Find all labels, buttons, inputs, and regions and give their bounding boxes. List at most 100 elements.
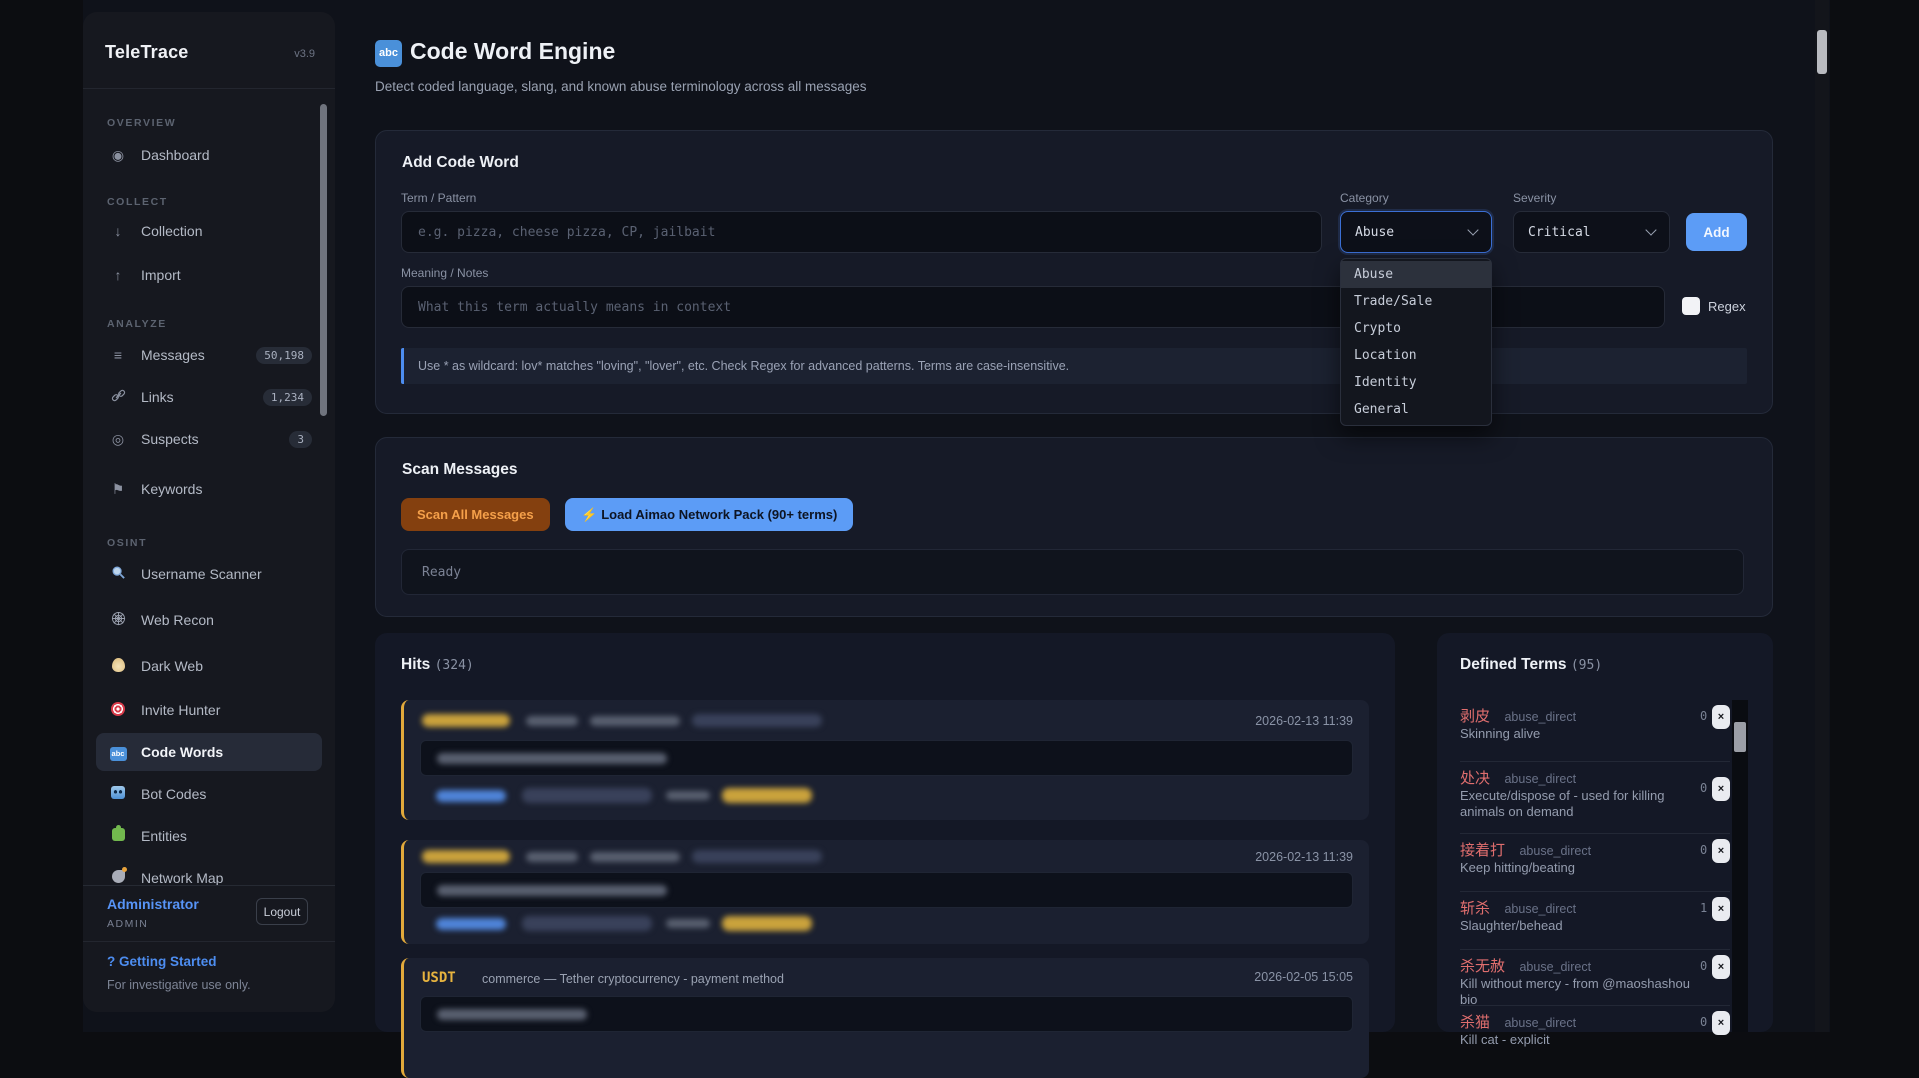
target-icon: ◎ (108, 431, 128, 448)
defined-term-category: abuse_direct (1519, 844, 1591, 858)
hit-meta: commerce — Tether cryptocurrency - payme… (482, 972, 784, 986)
defined-terms-title-text: Defined Terms (1460, 656, 1567, 673)
remove-term-button[interactable]: × (1712, 1011, 1730, 1035)
section-label-overview: OVERVIEW (107, 117, 176, 129)
sidebar: TeleTrace v3.9 OVERVIEW ◉ Dashboard COLL… (83, 12, 335, 1012)
meaning-label: Meaning / Notes (401, 266, 488, 280)
page-scrollbar-track[interactable] (1815, 0, 1829, 1032)
add-button[interactable]: Add (1686, 213, 1747, 251)
search-icon (108, 565, 128, 583)
sidebar-item-label: Web Recon (141, 612, 214, 628)
remove-term-button[interactable]: × (1712, 955, 1730, 979)
category-option-crypto[interactable]: Crypto (1341, 315, 1491, 342)
redacted-term (422, 714, 510, 727)
term-label: Term / Pattern (401, 191, 476, 205)
sidebar-item-import[interactable]: ↑ Import (96, 256, 322, 294)
load-pack-button[interactable]: ⚡Load Aimao Network Pack (90+ terms) (565, 498, 853, 531)
divider (1460, 949, 1730, 950)
sidebar-item-label: Network Map (141, 870, 223, 886)
regex-checkbox[interactable] (1682, 297, 1700, 315)
divider (1460, 1005, 1730, 1006)
remove-term-button[interactable]: × (1712, 705, 1730, 729)
redacted-quote (437, 1009, 587, 1020)
defined-term-hit-count: 1 (1700, 901, 1707, 915)
hit-row[interactable]: USDT commerce — Tether cryptocurrency - … (401, 958, 1369, 1078)
sidebar-item-suspects[interactable]: ◎ Suspects 3 (96, 420, 322, 458)
redacted-sender (436, 790, 506, 802)
app-window: TeleTrace v3.9 OVERVIEW ◉ Dashboard COLL… (83, 0, 1830, 1032)
sidebar-item-username-scanner[interactable]: Username Scanner (96, 555, 322, 593)
sidebar-item-keywords[interactable]: ⚑ Keywords (96, 470, 322, 508)
defined-term-text: 斩杀 (1460, 900, 1490, 917)
defined-term-category: abuse_direct (1519, 960, 1591, 974)
sidebar-item-bot-codes[interactable]: Bot Codes (96, 775, 322, 813)
remove-term-button[interactable]: × (1712, 839, 1730, 863)
category-label: Category (1340, 191, 1389, 205)
wildcard-hint: Use * as wildcard: lov* matches "loving"… (401, 348, 1747, 384)
links-count-badge: 1,234 (263, 389, 312, 406)
divider (1460, 833, 1730, 834)
sidebar-item-messages[interactable]: ≡ Messages 50,198 (96, 336, 322, 374)
defined-term-meaning: Kill without mercy - from @maoshashou bi… (1460, 976, 1708, 1008)
divider (1460, 761, 1730, 762)
section-label-analyze: ANALYZE (107, 318, 167, 330)
sidebar-item-web-recon[interactable]: Web Recon (96, 601, 322, 639)
sidebar-item-collection[interactable]: ↓ Collection (96, 212, 322, 250)
defined-terms-scrollbar-thumb[interactable] (1734, 722, 1746, 752)
redacted-meta (692, 714, 822, 727)
defined-term-meaning: Keep hitting/beating (1460, 860, 1708, 876)
severity-select[interactable]: Critical (1513, 211, 1670, 253)
link-icon (108, 388, 128, 406)
sidebar-item-label: Entities (141, 828, 187, 844)
term-input[interactable] (401, 211, 1322, 253)
sidebar-item-entities[interactable]: Entities (96, 817, 322, 855)
hit-timestamp: 2026-02-13 11:39 (1255, 850, 1353, 864)
page-title: Code Word Engine (410, 38, 615, 65)
severity-label: Severity (1513, 191, 1556, 205)
sidebar-item-invite-hunter[interactable]: Invite Hunter (96, 691, 322, 729)
redacted-match (722, 916, 812, 931)
redacted-meta (526, 716, 578, 726)
sidebar-item-dashboard[interactable]: ◉ Dashboard (96, 136, 322, 174)
hits-title-text: Hits (401, 656, 430, 673)
category-option-general[interactable]: General (1341, 396, 1491, 423)
sidebar-item-label: Keywords (141, 481, 202, 497)
hit-quote-box (420, 996, 1353, 1032)
sidebar-item-label: Links (141, 389, 174, 405)
upload-icon: ↑ (108, 267, 128, 283)
hits-title: Hits (324) (401, 656, 474, 674)
remove-term-button[interactable]: × (1712, 897, 1730, 921)
defined-term-text: 剥皮 (1460, 708, 1490, 725)
sidebar-item-dark-web[interactable]: Dark Web (96, 647, 322, 685)
defined-terms-count: (95) (1571, 658, 1602, 673)
section-label-osint: OSINT (107, 537, 147, 549)
dashboard-icon: ◉ (108, 147, 128, 164)
remove-term-button[interactable]: × (1712, 777, 1730, 801)
lightning-icon: ⚡ (581, 507, 597, 522)
sidebar-item-label: Bot Codes (141, 786, 206, 802)
category-option-trade-sale[interactable]: Trade/Sale (1341, 288, 1491, 315)
hit-row[interactable]: 2026-02-13 11:39 (401, 700, 1369, 820)
sidebar-item-links[interactable]: Links 1,234 (96, 378, 322, 416)
category-option-identity[interactable]: Identity (1341, 369, 1491, 396)
defined-term-hit-count: 0 (1700, 709, 1707, 723)
category-option-abuse[interactable]: Abuse (1341, 261, 1491, 288)
category-dropdown-menu: Abuse Trade/Sale Crypto Location Identit… (1340, 258, 1492, 426)
logout-button[interactable]: Logout (256, 898, 308, 925)
sidebar-item-code-words[interactable]: abc Code Words (96, 733, 322, 771)
hit-row[interactable]: 2026-02-13 11:39 (401, 840, 1369, 944)
page-title-abc-icon: abc (375, 40, 402, 67)
card-title: Add Code Word (402, 154, 519, 172)
sidebar-item-label: Import (141, 267, 181, 283)
redacted-group (522, 916, 652, 931)
defined-term-category: abuse_direct (1504, 1016, 1576, 1030)
scan-all-messages-button[interactable]: Scan All Messages (401, 498, 550, 531)
sidebar-scrollbar[interactable] (320, 104, 327, 416)
redacted-term (422, 850, 510, 863)
category-select[interactable]: Abuse (1340, 211, 1492, 253)
footer-note: For investigative use only. (107, 978, 251, 992)
page-scrollbar-thumb[interactable] (1817, 30, 1827, 74)
redacted-quote (437, 753, 667, 764)
getting-started-link[interactable]: ? Getting Started (107, 954, 217, 969)
category-option-location[interactable]: Location (1341, 342, 1491, 369)
